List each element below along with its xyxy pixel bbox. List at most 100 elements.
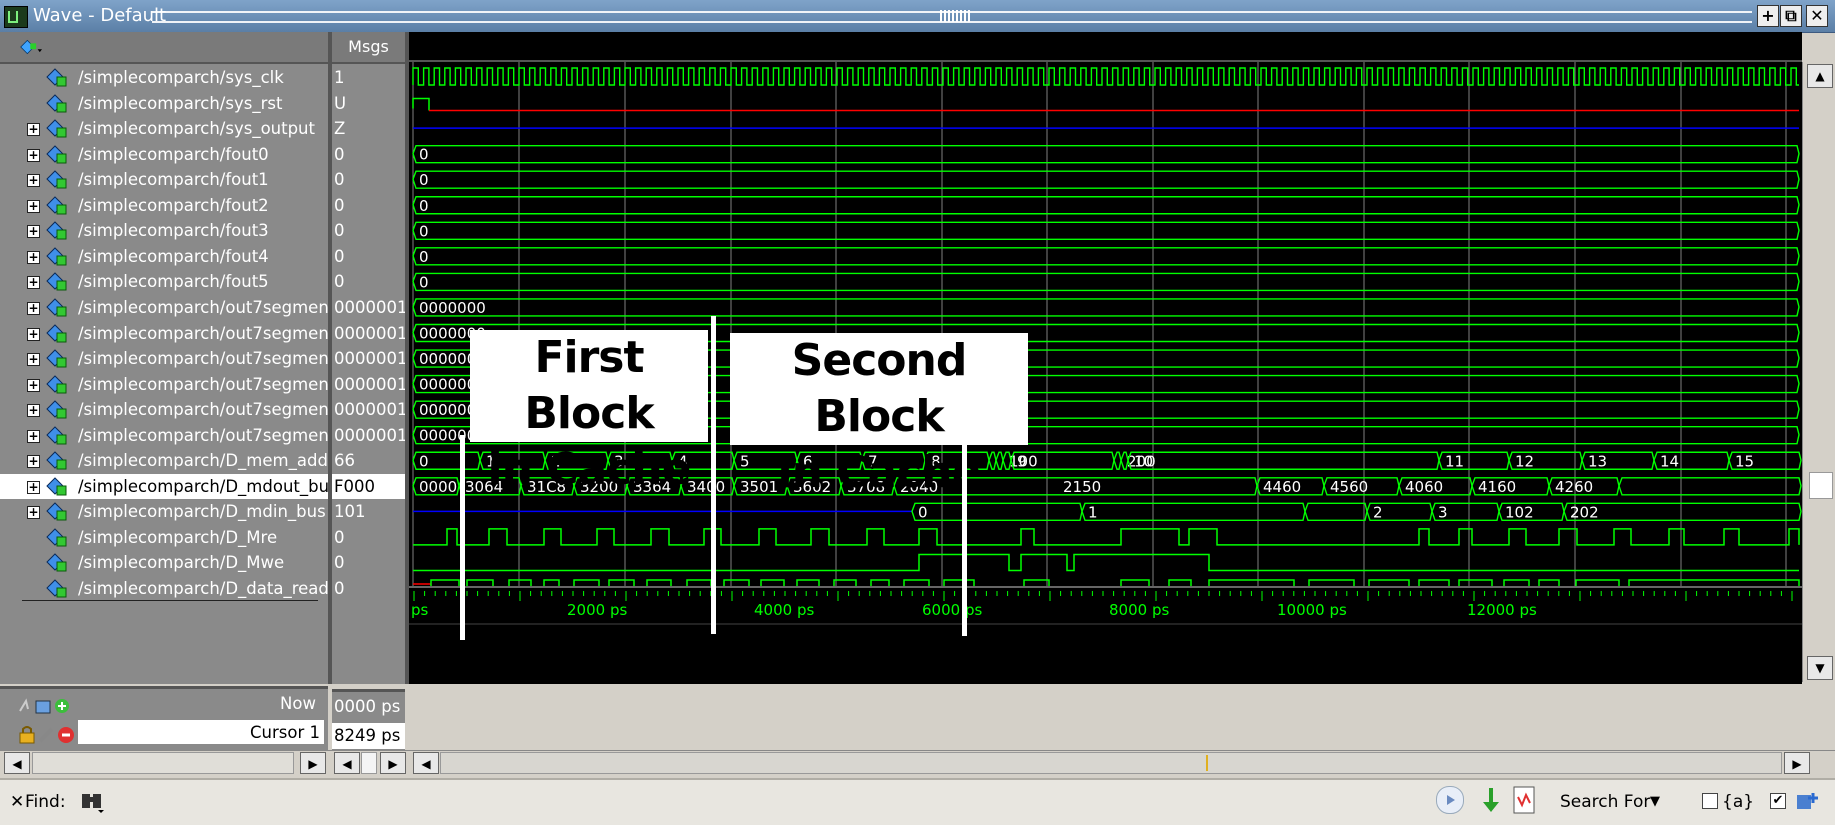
signal-row[interactable]: + /simplecomparch/out7segment1 <box>0 321 346 347</box>
signal-value-row[interactable]: 0000001 <box>332 372 408 398</box>
expand-signal-icon[interactable]: + <box>27 301 40 315</box>
find-previous-button[interactable] <box>1436 786 1464 814</box>
signal-value-row[interactable]: 0 <box>332 550 405 576</box>
signal-value-row[interactable]: 0 <box>332 218 405 244</box>
search-for-dropdown-icon[interactable]: ▼ <box>1650 794 1660 809</box>
fout-bus-segment <box>412 272 1800 292</box>
vertical-scroll-thumb[interactable] <box>1809 472 1833 499</box>
signal-value-row[interactable]: 0 <box>332 244 405 270</box>
fout-bus-label: 0 <box>419 171 429 189</box>
names-scroll-right-button[interactable]: ▶ <box>300 752 326 774</box>
signal-row[interactable]: /simplecomparch/D_data_ready <box>0 576 339 602</box>
signal-value-row[interactable]: 0000001 <box>332 423 408 449</box>
signal-diamond-icon <box>46 528 67 547</box>
names-scroll-left-button[interactable]: ◀ <box>4 752 30 774</box>
cursor-label[interactable]: Cursor 1 <box>250 723 320 742</box>
signal-value-row[interactable]: F000 <box>332 473 405 500</box>
signal-name: /simplecomparch/out7segment3 <box>78 374 346 394</box>
signal-row[interactable]: /simplecomparch/D_Mre <box>0 525 328 551</box>
expand-signal-icon[interactable]: + <box>27 404 40 418</box>
close-window-button[interactable]: ✕ <box>1806 5 1828 27</box>
find-next-arrow-icon[interactable] <box>1480 786 1502 814</box>
dock-plus-button[interactable]: + <box>1757 5 1779 27</box>
cursor-lock-delete-icons[interactable] <box>18 725 76 745</box>
cursor-add-icons[interactable] <box>18 697 70 715</box>
scroll-down-button[interactable]: ▼ <box>1807 656 1833 680</box>
signal-row[interactable]: + /simplecomparch/out7segment0 <box>0 295 346 321</box>
signal-row[interactable]: + /simplecomparch/fout3 <box>0 218 328 244</box>
signal-value-row[interactable]: 66 <box>332 448 405 474</box>
title-grip-handle-icon[interactable] <box>940 10 970 22</box>
signal-value-row[interactable]: 0 <box>332 269 405 295</box>
signal-value-row[interactable]: 0000001 <box>332 295 408 321</box>
signal-row[interactable]: + /simplecomparch/fout4 <box>0 244 328 270</box>
mem-addr-bus-label: 11 <box>1445 452 1464 470</box>
horizontal-scroll-bar[interactable]: ◀ ▶ ◀ ▶ ◀ ▶ <box>0 750 1835 777</box>
search-for-label[interactable]: Search For <box>1560 792 1650 812</box>
expand-signal-icon[interactable]: + <box>27 480 40 494</box>
expand-signal-icon[interactable]: + <box>27 429 40 443</box>
signal-row[interactable]: + /simplecomparch/fout2 <box>0 193 328 219</box>
mem-addr-bus-label: 0 <box>419 452 429 470</box>
signal-row[interactable]: + /simplecomparch/D_mem_addr <box>0 448 335 474</box>
search-document-icon[interactable] <box>1512 785 1536 815</box>
expand-signal-icon[interactable]: + <box>27 148 40 162</box>
expand-signal-icon[interactable]: + <box>27 276 40 290</box>
signal-row[interactable]: /simplecomparch/sys_rst <box>0 91 328 117</box>
signal-value-row[interactable]: 0000001 <box>332 397 408 423</box>
add-search-icon[interactable] <box>1795 789 1821 813</box>
wave-scroll-left-button[interactable]: ◀ <box>413 752 439 774</box>
expand-signal-icon[interactable]: + <box>27 174 40 188</box>
undock-button[interactable]: ⧉ <box>1780 5 1802 27</box>
expand-signal-icon[interactable]: + <box>27 250 40 264</box>
signal-name: /simplecomparch/out7segment2 <box>78 349 346 369</box>
signal-value-row[interactable]: 101 <box>332 499 405 525</box>
names-scroll-track[interactable] <box>32 752 294 774</box>
signal-row[interactable]: /simplecomparch/D_Mwe <box>0 550 328 576</box>
scroll-up-button[interactable]: ▲ <box>1807 64 1833 88</box>
signal-row[interactable]: + /simplecomparch/out7segment2 <box>0 346 346 372</box>
regex-checkbox[interactable] <box>1702 793 1718 809</box>
option-checkbox-checked[interactable]: ✔ <box>1770 793 1786 809</box>
signal-row[interactable]: + /simplecomparch/out7segment4 <box>0 397 346 423</box>
expand-signal-icon[interactable]: + <box>27 225 40 239</box>
expand-signal-icon[interactable]: + <box>27 378 40 392</box>
binoculars-icon[interactable] <box>80 790 106 814</box>
expand-signal-icon[interactable]: + <box>27 123 40 137</box>
values-scroll-right-button[interactable]: ▶ <box>380 752 406 774</box>
signal-row[interactable]: + /simplecomparch/D_mdout_bus <box>0 473 338 500</box>
signal-value-row[interactable]: 0 <box>332 193 405 219</box>
signal-value-row[interactable]: 0000001 <box>332 321 408 347</box>
cursor-value-box[interactable]: 8249 ps <box>332 723 405 749</box>
signal-row[interactable]: /simplecomparch/sys_clk <box>0 65 328 91</box>
expand-signal-icon[interactable]: + <box>27 506 40 520</box>
signal-row[interactable]: + /simplecomparch/out7segment5 <box>0 423 346 449</box>
values-scroll-left-button[interactable]: ◀ <box>334 752 360 774</box>
expand-signal-icon[interactable]: + <box>27 327 40 341</box>
signal-row[interactable]: + /simplecomparch/sys_output <box>0 116 328 142</box>
signal-row[interactable]: + /simplecomparch/fout5 <box>0 269 328 295</box>
wave-scroll-track[interactable] <box>440 752 1782 774</box>
values-scroll-thumb[interactable] <box>361 752 377 774</box>
signal-value-row[interactable]: 0 <box>332 167 405 193</box>
expand-signal-icon[interactable]: + <box>27 455 40 469</box>
signal-value-row[interactable]: 1 <box>332 65 405 91</box>
signal-value-row[interactable]: 0000001 <box>332 346 408 372</box>
signal-type-dropdown-icon[interactable] <box>20 38 42 56</box>
signal-row[interactable]: + /simplecomparch/out7segment3 <box>0 372 346 398</box>
signal-value-row[interactable]: 0 <box>332 576 405 602</box>
signal-value-row[interactable]: 0 <box>332 525 405 551</box>
vertical-scrollbar[interactable]: ▲ ▼ <box>1802 62 1835 682</box>
wave-scroll-right-button[interactable]: ▶ <box>1784 752 1810 774</box>
signal-row[interactable]: + /simplecomparch/fout1 <box>0 167 328 193</box>
signal-value-row[interactable]: Z <box>332 116 405 142</box>
signal-row[interactable]: + /simplecomparch/fout0 <box>0 142 328 168</box>
mem-addr-bus-label: 14 <box>1660 452 1679 470</box>
signal-value-row[interactable]: 0 <box>332 142 405 168</box>
expand-signal-icon[interactable]: + <box>27 199 40 213</box>
fout-bus-segment <box>412 221 1800 240</box>
signal-value-row[interactable]: U <box>332 91 405 117</box>
close-find-icon[interactable]: ✕ <box>10 792 24 812</box>
signal-row[interactable]: + /simplecomparch/D_mdin_bus <box>0 499 328 525</box>
expand-signal-icon[interactable]: + <box>27 353 40 367</box>
